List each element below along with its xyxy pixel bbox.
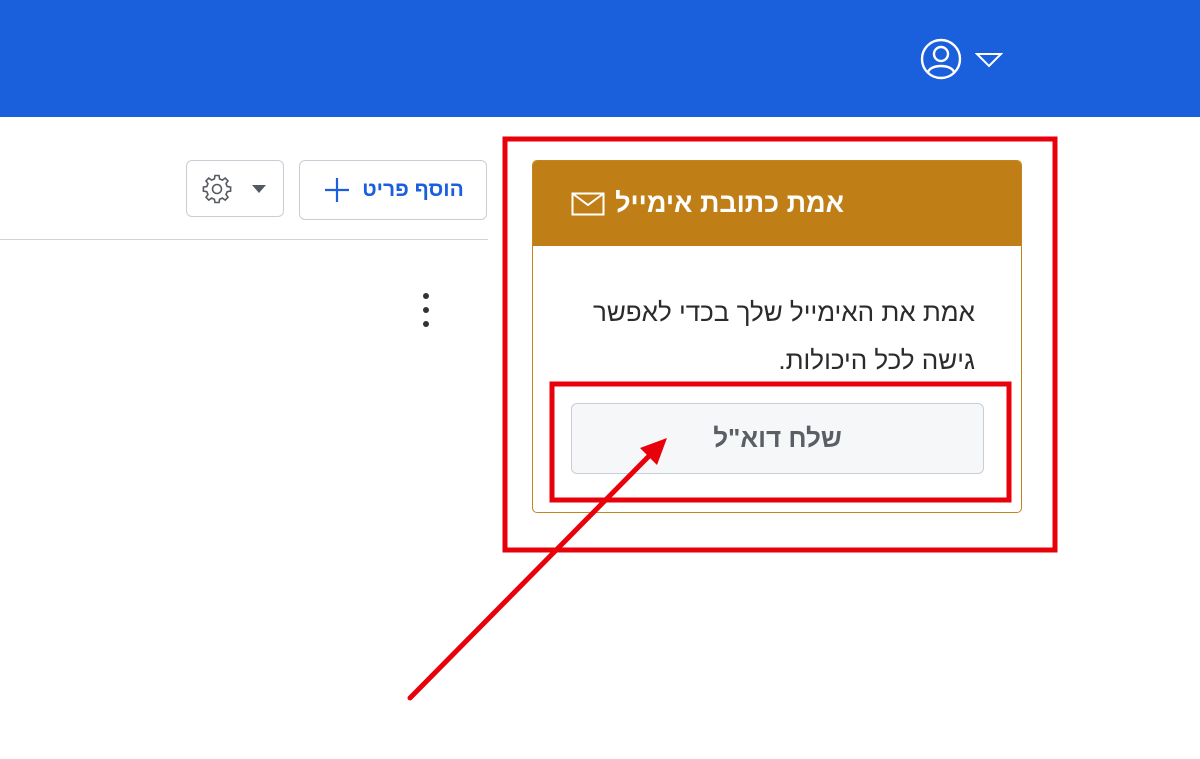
card-message-line-2: גישה לכל היכולות. [778, 345, 975, 375]
top-navigation-bar [0, 0, 1200, 117]
add-item-button[interactable]: הוסף פריט [299, 160, 487, 220]
verify-email-card: אמת כתובת אימייל אמת את האימייל שלך בכדי… [532, 160, 1022, 513]
user-circle-icon[interactable] [919, 37, 963, 81]
gear-icon [202, 174, 232, 204]
send-email-button[interactable]: שלח דוא"ל [571, 403, 984, 474]
card-title: אמת כתובת אימייל [615, 188, 844, 218]
settings-dropdown-button[interactable] [186, 160, 284, 217]
page: הוסף פריט אמת כתובת אימייל אמת את האימיי… [0, 0, 1200, 759]
kebab-icon[interactable] [418, 291, 434, 331]
card-header: אמת כתובת אימייל [533, 161, 1021, 246]
caret-down-icon [252, 185, 266, 193]
add-item-label: הוסף פריט [362, 178, 464, 201]
plus-icon [325, 178, 350, 202]
card-message: אמת את האימייל שלך בכדי לאפשר גישה לכל ה… [555, 288, 975, 384]
toolbar-divider [0, 239, 488, 240]
caret-down-icon[interactable] [975, 51, 1003, 69]
card-message-line-1: אמת את האימייל שלך בכדי לאפשר [592, 297, 975, 327]
envelope-icon [571, 192, 605, 215]
